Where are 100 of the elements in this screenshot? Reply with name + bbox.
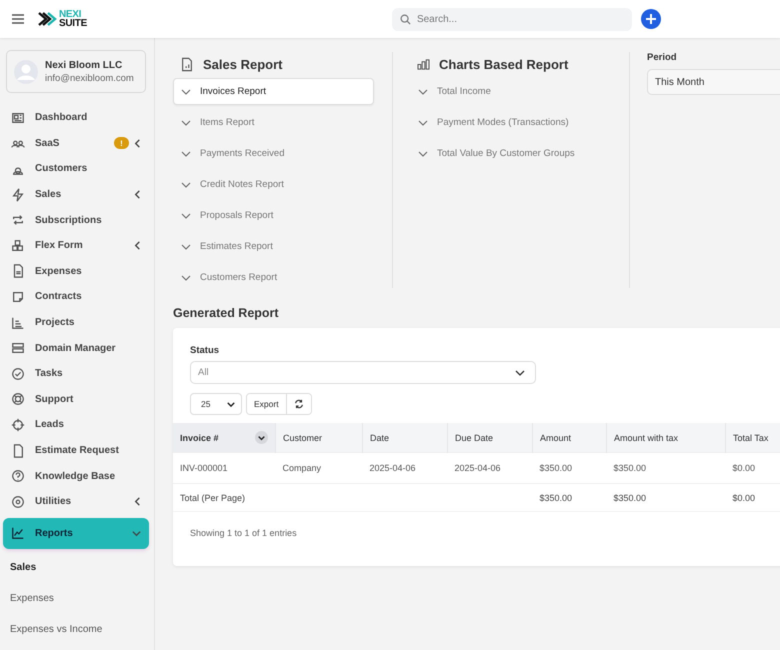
export-button[interactable]: Export — [247, 394, 287, 414]
status-select[interactable]: All — [190, 361, 536, 384]
chevron-down-icon — [181, 88, 191, 94]
table-cell: 2025-04-06 — [448, 452, 532, 484]
column-header[interactable]: Amount — [532, 423, 606, 452]
profile-card[interactable]: Nexi Bloom LLC info@nexibloom.com — [6, 50, 146, 93]
sidebar-item[interactable]: Leads — [0, 412, 154, 438]
column-header[interactable]: Invoice # — [173, 423, 276, 452]
report-item[interactable]: Invoices Report — [173, 78, 374, 105]
profile-email: info@nexibloom.com — [45, 72, 134, 84]
sidebar-item[interactable]: Support — [0, 386, 154, 412]
report-item[interactable]: Total Value By Customer Groups — [417, 140, 639, 167]
total-label: Total (Per Page) — [180, 492, 246, 502]
section-title: Charts Based Report — [439, 56, 568, 72]
avatar-icon — [14, 60, 38, 84]
table-cell: INV-000001 — [173, 452, 276, 484]
sidebar-item[interactable]: Domain Manager — [0, 335, 154, 361]
report-item[interactable]: Items Report — [173, 109, 374, 136]
report-item[interactable]: Total Income — [417, 78, 639, 105]
chevron-down-icon — [181, 182, 191, 188]
period-select[interactable]: This Month — [647, 69, 780, 95]
chevron-down-icon — [181, 244, 191, 250]
sidebar-item[interactable]: Estimate Request — [0, 438, 154, 464]
table-cell: 2025-04-06 — [362, 452, 448, 484]
submenu-item[interactable]: Expenses — [0, 582, 154, 614]
bar-chart-icon — [417, 58, 430, 70]
submenu-item[interactable]: Expenses vs Income — [0, 614, 154, 644]
profile-name: Nexi Bloom LLC — [45, 60, 124, 70]
search-icon — [400, 14, 411, 24]
table-cell: $0.00 — [726, 484, 780, 511]
sidebar-item[interactable]: Flex Form — [0, 232, 154, 259]
table-cell: Company — [276, 452, 362, 484]
section-title: Generated Report — [173, 306, 280, 320]
report-item[interactable]: Estimates Report — [173, 233, 374, 260]
search-field[interactable]: Search... — [392, 8, 632, 30]
cubes-icon — [11, 238, 25, 253]
column-header[interactable]: Customer — [276, 423, 362, 452]
logo-text: NEXI — [59, 10, 82, 19]
chevron-down-icon — [181, 150, 191, 156]
logo-text: SUITE — [59, 19, 87, 28]
sidebar-item[interactable]: Subscriptions — [0, 207, 154, 233]
report-item[interactable]: Payment Modes (Transactions) — [417, 109, 639, 136]
line-chart-icon — [11, 526, 25, 540]
server-icon — [11, 341, 25, 356]
sidebar-item[interactable]: Tasks — [0, 360, 154, 387]
sidebar-item[interactable]: Expenses — [0, 258, 154, 284]
entries-info: Showing 1 to 1 of 1 entries — [173, 511, 780, 554]
chevron-down-icon — [418, 150, 428, 156]
dashboard-icon — [11, 110, 25, 125]
section-title: Sales Report — [203, 56, 282, 72]
sidebar-item[interactable]: SaaS ! — [0, 130, 154, 156]
table-cell: $350.00 — [606, 484, 726, 511]
column-header[interactable]: Amount with tax — [606, 423, 726, 452]
column-header[interactable]: Date — [362, 423, 448, 452]
add-button[interactable] — [640, 9, 661, 29]
bolt-icon — [11, 188, 25, 202]
lifebuoy-icon — [11, 392, 25, 406]
chevron-down-icon — [181, 120, 191, 126]
sidebar-item[interactable]: Dashboard — [0, 105, 154, 131]
table-cell: $0.00 — [726, 452, 780, 484]
report-file-icon — [180, 56, 194, 72]
chevron-down-icon — [181, 212, 191, 218]
chevron-down-icon — [418, 88, 428, 94]
status-label: Status — [190, 345, 220, 356]
crosshair-icon — [11, 418, 25, 432]
file-icon — [11, 444, 25, 458]
chevron-down-icon — [181, 274, 191, 280]
repeat-icon — [11, 213, 25, 228]
report-item[interactable]: Payments Received — [173, 140, 374, 167]
report-item[interactable]: Credit Notes Report — [173, 171, 374, 198]
report-item[interactable]: Customers Report — [173, 264, 374, 291]
table-cell: $350.00 — [532, 452, 606, 484]
report-item[interactable]: Proposals Report — [173, 202, 374, 229]
sidebar-item[interactable]: Customers — [0, 156, 154, 182]
logo-stripes-icon — [38, 10, 58, 28]
sidebar-item[interactable]: Projects — [0, 310, 154, 336]
table-cell: $350.00 — [532, 484, 606, 511]
refresh-icon — [294, 399, 304, 409]
alert-badge: ! — [114, 137, 129, 150]
sidebar-item[interactable]: Utilities — [0, 488, 154, 514]
sidebar-item[interactable]: Sales — [0, 182, 154, 208]
chevron-down-icon — [227, 402, 235, 406]
page-size-select[interactable]: 25 — [190, 393, 242, 415]
column-header[interactable]: Total Tax — [726, 423, 780, 452]
chevron-down-icon — [515, 370, 525, 376]
chevron-down-icon — [418, 120, 428, 126]
chart-icon — [11, 316, 25, 330]
sidebar-item[interactable]: Knowledge Base — [0, 463, 154, 489]
radio-icon — [11, 494, 25, 509]
period-label: Period — [647, 52, 678, 63]
column-header[interactable]: Due Date — [448, 423, 532, 452]
question-icon — [11, 469, 25, 484]
submenu-item[interactable]: Sales — [0, 552, 154, 582]
note-icon — [11, 290, 25, 304]
document-icon — [11, 264, 25, 278]
chevron-down-icon — [255, 431, 268, 444]
sidebar-item[interactable]: Contracts — [0, 284, 154, 310]
sidebar-item[interactable]: Reports — [3, 518, 149, 548]
menu-icon[interactable] — [12, 14, 24, 24]
table-cell: $350.00 — [606, 452, 726, 484]
